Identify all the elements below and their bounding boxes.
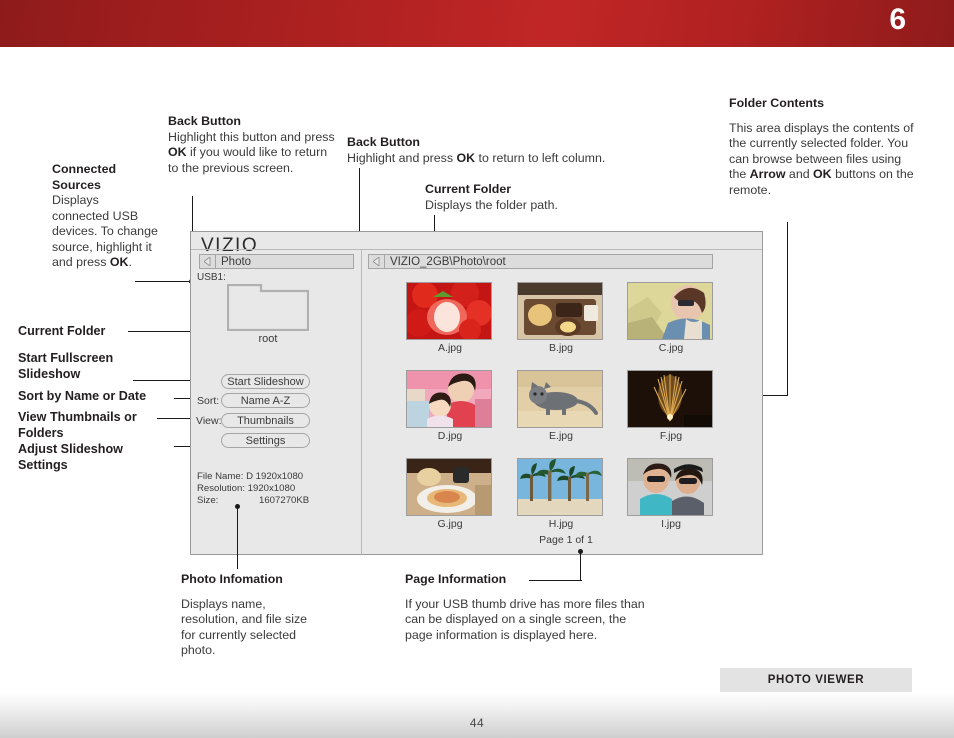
leader-photo-information-vert (237, 507, 239, 569)
section-tag: PHOTO VIEWER (720, 668, 912, 692)
tv-photo-viewer-screen: VIZIO Photo VIZIO_2GB\Photo\root USB1: r… (190, 231, 763, 555)
size-row: Size: 1607270KB (197, 495, 309, 507)
callout-back-button-left-body: Highlight this button and press OK if yo… (168, 129, 335, 175)
thumbnail-image-strawberries[interactable] (406, 282, 492, 340)
thumbnail-image-plated-meal[interactable] (406, 458, 492, 516)
current-folder-path-label: VIZIO_2GB\Photo\root (390, 255, 506, 268)
callout-current-folder-path-title: Current Folder (425, 182, 512, 196)
label-current-folder: Current Folder (18, 324, 106, 338)
thumbnail-image-grey-cat[interactable] (517, 370, 603, 428)
thumbnail-caption: I.jpg (661, 518, 681, 530)
callout-connected-sources-title-l1: Connected (52, 162, 117, 176)
leader-folder-contents-vert (787, 222, 789, 396)
column-divider (361, 250, 363, 555)
chevron-left-icon (200, 255, 216, 268)
footer-gradient (0, 692, 954, 738)
thumbnail-caption: B.jpg (549, 342, 573, 354)
settings-button[interactable]: Settings (221, 433, 310, 448)
view-label: View: (196, 415, 222, 427)
leader-dot-photo-information (234, 504, 240, 509)
callout-connected-sources: Connected Sources Displays connected USB… (52, 162, 158, 271)
thumbnail-image-woman-sunglasses[interactable] (627, 282, 713, 340)
folder-name-label: root (258, 333, 278, 345)
thumbnail-image-couple-selfie[interactable] (627, 458, 713, 516)
resolution-row: Resolution: 1920x1080 (197, 483, 309, 495)
file-name-label: File Name: (197, 471, 244, 482)
callout-back-button-left: Back Button Highlight this button and pr… (168, 114, 336, 176)
callout-page-information: Page Information If your USB thumb drive… (405, 572, 655, 643)
thumbnail-item[interactable]: C.jpg (627, 282, 715, 354)
leader-dot-page-information (578, 548, 583, 554)
callout-current-folder-path: Current Folder Displays the folder path. (425, 182, 675, 213)
thumbnail-caption: C.jpg (658, 342, 684, 354)
callout-back-button-right-body: Highlight and press OK to return to left… (347, 150, 606, 165)
thumbnail-item[interactable]: G.jpg (406, 458, 494, 530)
back-button-photo-label: Photo (221, 255, 252, 268)
sort-value-button[interactable]: Name A-Z (221, 393, 310, 408)
file-name-value: D 1920x1080 (246, 471, 304, 482)
chapter-header-band (0, 0, 954, 47)
thumbnail-image-fireworks[interactable] (627, 370, 713, 428)
thumbnail-item[interactable]: E.jpg (517, 370, 605, 442)
label-sort-by-name-or-date: Sort by Name or Date (18, 389, 147, 403)
chapter-number: 6 (889, 3, 906, 36)
thumbnail-item[interactable]: H.jpg (517, 458, 605, 530)
thumbnail-item[interactable]: A.jpg (406, 282, 494, 354)
callout-photo-information-title: Photo Infomation (181, 572, 283, 586)
label-adjust-slideshow-settings: Adjust Slideshow Settings (18, 442, 123, 472)
thumbnail-item[interactable]: B.jpg (517, 282, 605, 354)
thumbnail-item[interactable]: D.jpg (406, 370, 494, 442)
callout-folder-contents-title: Folder Contents (729, 96, 824, 110)
sort-label: Sort: (197, 395, 220, 407)
thumbnail-item[interactable]: I.jpg (627, 458, 715, 530)
callout-back-button-right-title: Back Button (347, 135, 420, 149)
callout-current-folder-path-body: Displays the folder path. (425, 197, 558, 212)
header-rule (191, 249, 762, 251)
thumbnail-image-palm-trees[interactable] (517, 458, 603, 516)
callout-photo-information: Photo Infomation Displays name, resoluti… (181, 572, 311, 659)
thumbnail-caption: H.jpg (548, 518, 574, 530)
size-label: Size: (197, 494, 219, 506)
leader-connected-sources (135, 281, 192, 283)
thumbnail-caption: D.jpg (437, 430, 463, 442)
thumbnail-caption: G.jpg (437, 518, 463, 530)
folder-contents-grid: A.jpg B.jpg C.jpg D.jpg E.jpg F.jpg G.jp… (406, 282, 736, 546)
back-button-photo[interactable]: Photo (199, 254, 354, 269)
start-slideshow-button[interactable]: Start Slideshow (221, 374, 310, 389)
usb-source-label[interactable]: USB1: (197, 272, 226, 283)
chevron-left-icon (369, 255, 385, 268)
resolution-value: 1920x1080 (247, 482, 296, 494)
page-number: 44 (469, 716, 485, 730)
leader-page-information-vert (580, 551, 582, 581)
callout-back-button-right: Back Button Highlight and press OK to re… (347, 135, 727, 166)
file-name-row: File Name: D 1920x1080 (197, 471, 309, 483)
callout-back-button-left-title: Back Button (168, 114, 241, 128)
label-view-thumbnails-or-folders: View Thumbnails or Folders (18, 410, 137, 440)
thumbnail-caption: A.jpg (438, 342, 462, 354)
callout-folder-contents: Folder Contents This area displays the c… (729, 96, 919, 198)
current-folder-path-bar[interactable]: VIZIO_2GB\Photo\root (368, 254, 713, 269)
thumbnail-caption: F.jpg (659, 430, 683, 442)
callout-connected-sources-body: Displays connected USB devices. To chang… (52, 193, 158, 269)
resolution-label: Resolution: (197, 482, 245, 494)
label-start-fullscreen-slideshow: Start Fullscreen Slideshow (18, 351, 114, 381)
thumbnail-image-food-tray[interactable] (517, 282, 603, 340)
leader-page-information-horiz (529, 580, 582, 582)
photo-information-block: File Name: D 1920x1080 Resolution: 1920x… (197, 471, 309, 506)
callout-page-information-body: If your USB thumb drive has more files t… (405, 596, 645, 642)
callout-connected-sources-title-l2: Sources (52, 177, 101, 192)
size-value: 1607270KB (259, 494, 310, 506)
callout-folder-contents-body: This area displays the contents of the c… (729, 120, 914, 197)
callout-photo-information-body: Displays name, resolution, and file size… (181, 596, 308, 658)
view-value-button[interactable]: Thumbnails (221, 413, 310, 428)
folder-icon[interactable] (226, 283, 310, 332)
thumbnail-image-two-girls[interactable] (406, 370, 492, 428)
thumbnail-caption: E.jpg (549, 430, 573, 442)
page-indicator: Page 1 of 1 (539, 534, 593, 546)
thumbnail-item[interactable]: F.jpg (627, 370, 715, 442)
leader-label-view (157, 418, 194, 420)
